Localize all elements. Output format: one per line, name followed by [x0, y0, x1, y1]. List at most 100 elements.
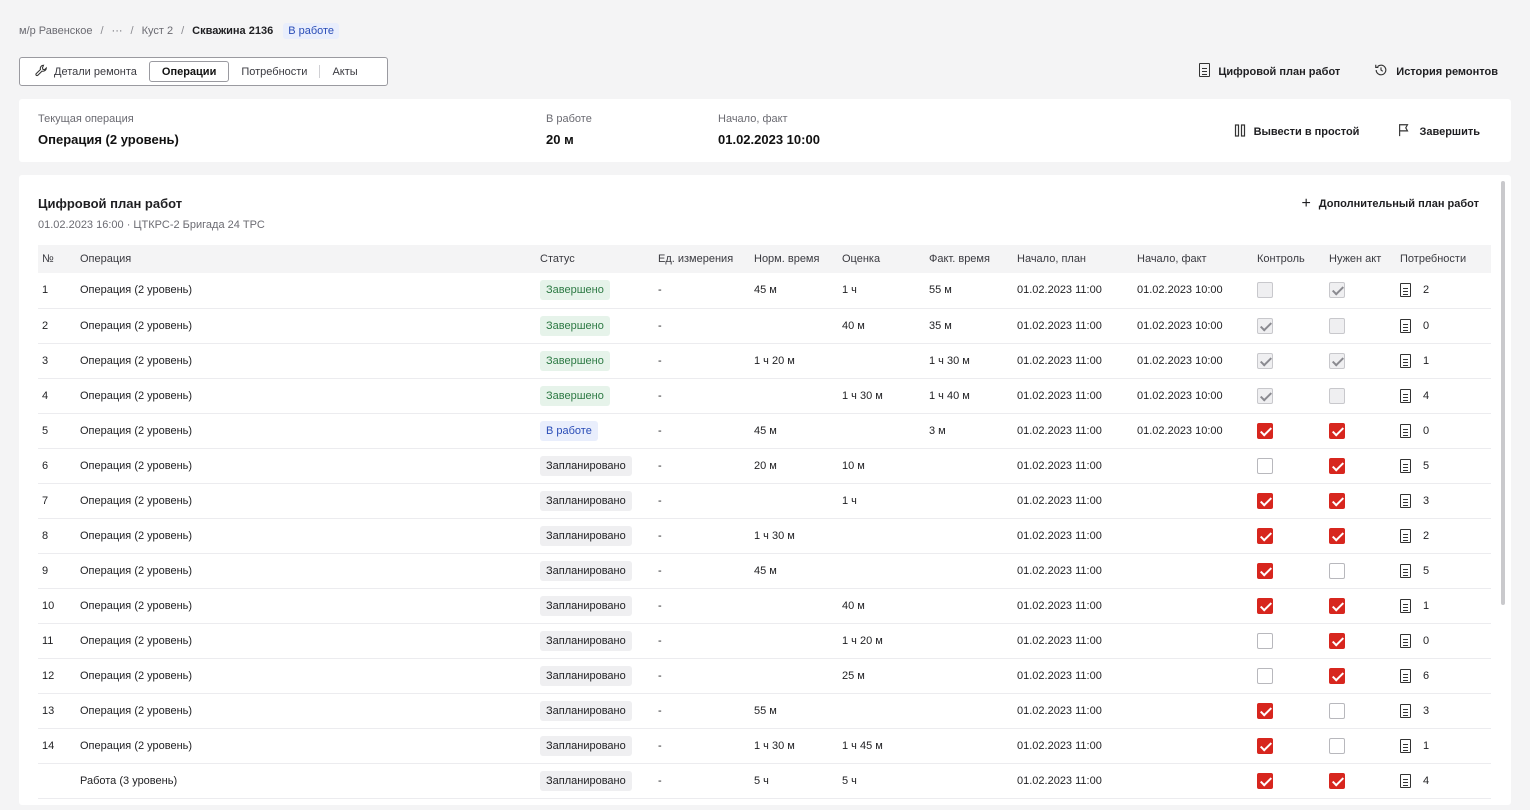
column-header[interactable]: № — [38, 245, 76, 273]
act-required-checkbox[interactable] — [1329, 737, 1345, 754]
control-checkbox[interactable] — [1257, 667, 1273, 684]
column-header[interactable]: Оценка — [838, 245, 925, 273]
act-required-checkbox[interactable] — [1329, 492, 1345, 509]
table-row[interactable]: 7 Операция (2 уровень) Запланировано - 1 ч 01… — [38, 483, 1491, 518]
control-checkbox[interactable] — [1257, 772, 1273, 789]
needs-cell[interactable]: 4 — [1396, 378, 1491, 413]
operation-name[interactable]: Операция (2 уровень) — [76, 658, 536, 693]
table-row[interactable]: 1 Операция (2 уровень) Завершено - 45 м 1 ч 55… — [38, 273, 1491, 308]
table-row[interactable]: 9 Операция (2 уровень) Запланировано - 45 м 0… — [38, 553, 1491, 588]
act-required-checkbox[interactable] — [1329, 422, 1345, 439]
repair-history-button[interactable]: История ремонтов — [1374, 63, 1498, 80]
needs-cell[interactable]: 0 — [1396, 308, 1491, 343]
act-required-checkbox[interactable] — [1329, 772, 1345, 789]
act-required-checkbox[interactable] — [1329, 597, 1345, 614]
control-checkbox[interactable] — [1257, 422, 1273, 439]
table-row[interactable]: 2 Операция (2 уровень) Завершено - 40 м 35 м 0… — [38, 308, 1491, 343]
needs-cell[interactable]: 5 — [1396, 448, 1491, 483]
operation-name[interactable]: Операция (2 уровень) — [76, 693, 536, 728]
table-row[interactable]: 10 Операция (2 уровень) Запланировано - 40 м… — [38, 588, 1491, 623]
table-row[interactable]: 14 Операция (2 уровень) Запланировано - 1 ч … — [38, 728, 1491, 763]
column-header[interactable]: Операция — [76, 245, 536, 273]
status-cell: Запланировано — [536, 588, 654, 623]
operation-name[interactable]: Операция (2 уровень) — [76, 483, 536, 518]
control-checkbox[interactable] — [1257, 632, 1273, 649]
table-row[interactable]: Работа (3 уровень) Запланировано - 5 ч 5 ч 01… — [38, 763, 1491, 798]
operation-name[interactable]: Операция (2 уровень) — [76, 588, 536, 623]
operation-name[interactable]: Операция (2 уровень) — [76, 308, 536, 343]
digital-plan-button[interactable]: Цифровой план работ — [1199, 63, 1340, 80]
table-row[interactable]: 13 Операция (2 уровень) Запланировано - 55 м… — [38, 693, 1491, 728]
column-header[interactable]: Контроль — [1253, 245, 1325, 273]
table-row[interactable]: 3 Операция (2 уровень) Завершено - 1 ч 20 м 1… — [38, 343, 1491, 378]
needs-cell[interactable]: 3 — [1396, 693, 1491, 728]
needs-cell[interactable]: 2 — [1396, 273, 1491, 308]
column-header[interactable]: Нужен акт — [1325, 245, 1396, 273]
control-checkbox[interactable] — [1257, 457, 1273, 474]
document-icon — [1400, 563, 1411, 578]
row-number: 1 — [42, 284, 49, 297]
tab-repair-details[interactable]: Детали ремонта — [23, 61, 149, 82]
tab-operations[interactable]: Операции — [148, 61, 230, 82]
table-row[interactable]: 11 Операция (2 уровень) Запланировано - 1 ч … — [38, 623, 1491, 658]
table-row[interactable]: 8 Операция (2 уровень) Запланировано - 1 ч 3… — [38, 518, 1491, 553]
needs-cell[interactable]: 0 — [1396, 623, 1491, 658]
needs-cell[interactable]: 1 — [1396, 728, 1491, 763]
control-checkbox[interactable] — [1257, 492, 1273, 509]
column-header[interactable]: Норм. время — [750, 245, 838, 273]
needs-cell[interactable]: 6 — [1396, 658, 1491, 693]
operation-name[interactable]: Операция (2 уровень) — [76, 413, 536, 448]
operation-name[interactable]: Операция (2 уровень) — [76, 273, 536, 308]
act-required-checkbox[interactable] — [1329, 562, 1345, 579]
act-required-checkbox[interactable] — [1329, 667, 1345, 684]
act-required-checkbox[interactable] — [1329, 632, 1345, 649]
needs-cell[interactable]: 2 — [1396, 518, 1491, 553]
set-idle-button[interactable]: Вывести в простой — [1234, 123, 1359, 140]
needs-cell[interactable]: 3 — [1396, 483, 1491, 518]
finish-button[interactable]: Завершить — [1397, 123, 1480, 140]
operation-name[interactable]: Операция (2 уровень) — [76, 378, 536, 413]
column-header[interactable]: Потребности — [1396, 245, 1491, 273]
scrollbar[interactable] — [1501, 181, 1505, 605]
breadcrumb-item[interactable]: м/р Равенское — [19, 25, 92, 37]
control-checkbox[interactable] — [1257, 527, 1273, 544]
tab-needs[interactable]: Потребности — [229, 61, 319, 82]
operation-name[interactable]: Операция (2 уровень) — [76, 518, 536, 553]
operation-name[interactable]: Работа (3 уровень) — [76, 763, 536, 798]
operation-name[interactable]: Операция (2 уровень) — [76, 553, 536, 588]
control-cell — [1253, 728, 1325, 763]
document-icon — [1400, 423, 1411, 438]
table-row[interactable]: 5 Операция (2 уровень) В работе - 45 м 3 м 01.… — [38, 413, 1491, 448]
needs-cell[interactable]: 1 — [1396, 588, 1491, 623]
control-checkbox[interactable] — [1257, 737, 1273, 754]
needs-cell[interactable]: 4 — [1396, 763, 1491, 798]
tab-acts[interactable]: Акты — [320, 61, 369, 82]
breadcrumb-more[interactable]: ··· — [112, 25, 123, 37]
act-required-checkbox[interactable] — [1329, 457, 1345, 474]
table-row[interactable]: 6 Операция (2 уровень) Запланировано - 20 м 1… — [38, 448, 1491, 483]
control-checkbox[interactable] — [1257, 702, 1273, 719]
column-header[interactable]: Статус — [536, 245, 654, 273]
operation-name[interactable]: Операция (2 уровень) — [76, 448, 536, 483]
column-header[interactable]: Факт. время — [925, 245, 1013, 273]
control-cell — [1253, 448, 1325, 483]
act-required-checkbox[interactable] — [1329, 527, 1345, 544]
column-header[interactable]: Начало, план — [1013, 245, 1133, 273]
needs-cell[interactable]: 0 — [1396, 413, 1491, 448]
operation-name[interactable]: Операция (2 уровень) — [76, 728, 536, 763]
act-required-checkbox[interactable] — [1329, 702, 1345, 719]
add-plan-button[interactable]: + Дополнительный план работ — [1301, 195, 1479, 213]
table-row[interactable]: 4 Операция (2 уровень) Завершено - 1 ч 30 м 1… — [38, 378, 1491, 413]
current-operation-card: Текущая операция Операция (2 уровень) В … — [19, 99, 1511, 162]
column-header[interactable]: Ед. измерения — [654, 245, 750, 273]
operation-name[interactable]: Операция (2 уровень) — [76, 343, 536, 378]
fact-time-cell — [925, 483, 1013, 518]
table-row[interactable]: 12 Операция (2 уровень) Запланировано - 25 м… — [38, 658, 1491, 693]
breadcrumb-item[interactable]: Куст 2 — [142, 25, 174, 37]
operation-name[interactable]: Операция (2 уровень) — [76, 623, 536, 658]
needs-cell[interactable]: 5 — [1396, 553, 1491, 588]
control-checkbox[interactable] — [1257, 562, 1273, 579]
column-header[interactable]: Начало, факт — [1133, 245, 1253, 273]
control-checkbox[interactable] — [1257, 597, 1273, 614]
needs-cell[interactable]: 1 — [1396, 343, 1491, 378]
